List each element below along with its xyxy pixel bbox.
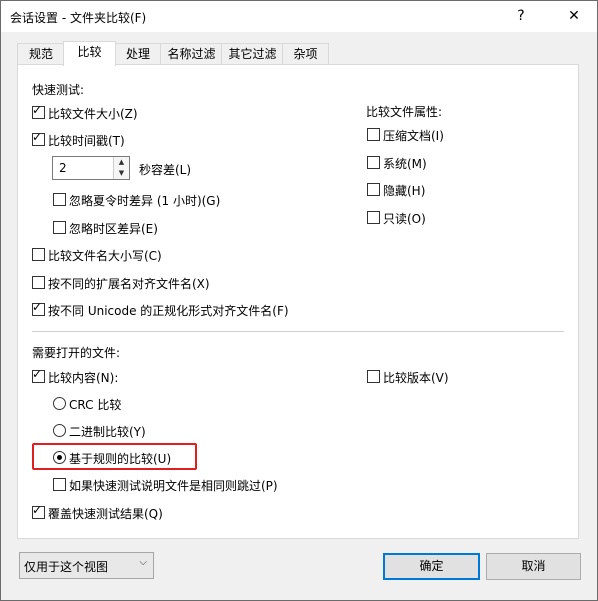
tolerance-value[interactable]: 2 (59, 161, 67, 175)
section-divider (32, 331, 564, 332)
binary-compare-radio[interactable] (53, 424, 66, 437)
override-quick-checkbox[interactable]: ✓ (32, 503, 45, 519)
case-sensitive-checkbox[interactable] (32, 248, 45, 261)
check-icon: ✓ (32, 503, 43, 517)
archive-checkbox[interactable] (367, 128, 380, 141)
tab-handling[interactable]: 处理 (114, 43, 162, 64)
quick-test-heading: 快速测试: (32, 83, 85, 97)
tab-name-filters[interactable]: 名称过滤 (160, 43, 223, 64)
compare-contents-label[interactable]: 比较内容(N): (48, 369, 118, 386)
align-by-extension-checkbox[interactable] (32, 276, 45, 289)
scope-dropdown[interactable]: 仅用于这个视图 ⌵ (19, 552, 154, 579)
spin-down-icon[interactable]: ▼ (114, 168, 129, 179)
system-checkbox[interactable] (367, 156, 380, 169)
rules-compare-label[interactable]: 基于规则的比较(U) (69, 450, 171, 467)
align-unicode-label[interactable]: 按不同 Unicode 的正规化形式对齐文件名(F) (48, 302, 289, 319)
check-icon: ✓ (32, 300, 43, 314)
crc-compare-label[interactable]: CRC 比较 (69, 396, 121, 413)
readonly-label[interactable]: 只读(O) (383, 210, 426, 227)
system-label[interactable]: 系统(M) (383, 155, 427, 172)
compare-size-checkbox[interactable]: ✓ (32, 103, 45, 119)
scope-dropdown-value: 仅用于这个视图 (24, 560, 109, 574)
window-title: 会话设置 - 文件夹比较(F) (10, 11, 147, 25)
align-unicode-checkbox[interactable]: ✓ (32, 300, 45, 316)
case-sensitive-label[interactable]: 比较文件名大小写(C) (48, 247, 162, 264)
title-bar: 会话设置 - 文件夹比较(F) ? ✕ (1, 1, 597, 32)
tab-misc[interactable]: 杂项 (282, 43, 329, 64)
compare-tab-panel: 快速测试: ✓ 比较文件大小(Z) ✓ 比较时间戳(T) 2 ▲ ▼ 秒容差(L… (17, 64, 579, 539)
check-icon: ✓ (32, 367, 43, 381)
ignore-dst-label[interactable]: 忽略夏令时差异 (1 小时)(G) (69, 192, 220, 209)
hidden-checkbox[interactable] (367, 183, 380, 196)
check-icon: ✓ (32, 130, 43, 144)
tab-other-filters[interactable]: 其它过滤 (221, 43, 284, 64)
tab-compare[interactable]: 比较 (63, 41, 116, 66)
compare-versions-checkbox[interactable] (367, 370, 380, 383)
skip-if-same-label[interactable]: 如果快速测试说明文件是相同则跳过(P) (69, 477, 278, 494)
tab-spec[interactable]: 规范 (17, 43, 65, 64)
check-icon: ✓ (32, 103, 43, 117)
open-files-heading: 需要打开的文件: (32, 346, 121, 360)
compare-timestamp-checkbox[interactable]: ✓ (32, 130, 45, 146)
chevron-down-icon: ⌵ (139, 557, 147, 568)
compare-versions-label[interactable]: 比较版本(V) (383, 369, 449, 386)
ignore-timezone-label[interactable]: 忽略时区差异(E) (69, 220, 158, 237)
rules-compare-radio[interactable] (53, 451, 66, 464)
archive-label[interactable]: 压缩文档(I) (383, 127, 444, 144)
skip-if-same-checkbox[interactable] (53, 478, 66, 491)
align-by-extension-label[interactable]: 按不同的扩展名对齐文件名(X) (48, 275, 210, 292)
close-button[interactable]: ✕ (551, 1, 597, 32)
ok-button[interactable]: 确定 (383, 553, 480, 580)
crc-compare-radio[interactable] (53, 397, 66, 410)
spin-buttons: ▲ ▼ (113, 157, 129, 179)
compare-size-label[interactable]: 比较文件大小(Z) (48, 105, 138, 122)
ignore-timezone-checkbox[interactable] (53, 221, 66, 234)
hidden-label[interactable]: 隐藏(H) (383, 182, 425, 199)
tolerance-label: 秒容差(L) (139, 163, 192, 177)
session-settings-dialog: 会话设置 - 文件夹比较(F) ? ✕ 规范 比较 处理 名称过滤 其它过滤 杂… (0, 0, 598, 601)
help-button[interactable]: ? (498, 1, 544, 32)
compare-timestamp-label[interactable]: 比较时间戳(T) (48, 132, 125, 149)
cancel-button[interactable]: 取消 (486, 553, 581, 580)
tolerance-spinbox[interactable]: 2 ▲ ▼ (52, 156, 130, 180)
binary-compare-label[interactable]: 二进制比较(Y) (69, 423, 146, 440)
override-quick-label[interactable]: 覆盖快速测试结果(Q) (48, 505, 163, 522)
compare-contents-checkbox[interactable]: ✓ (32, 367, 45, 383)
attributes-heading: 比较文件属性: (366, 105, 443, 119)
readonly-checkbox[interactable] (367, 211, 380, 224)
ignore-dst-checkbox[interactable] (53, 193, 66, 206)
